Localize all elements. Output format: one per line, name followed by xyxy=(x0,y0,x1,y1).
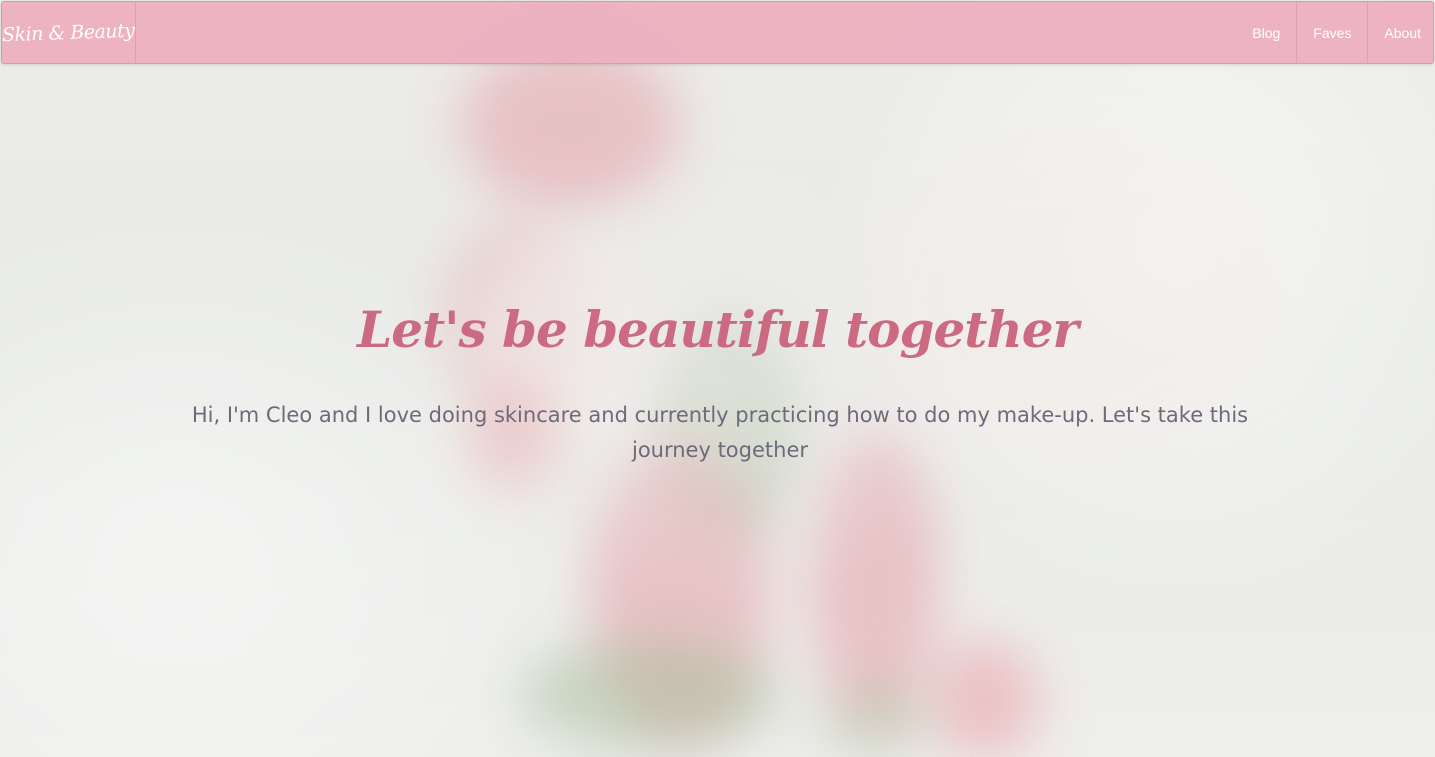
hero-background-image xyxy=(0,0,1435,757)
nav-link-about[interactable]: About xyxy=(1367,2,1433,64)
hero-intro-text: Hi, I'm Cleo and I love doing skincare a… xyxy=(191,403,1249,462)
page: Skin & Beauty Blog Faves About Let's be … xyxy=(0,0,1435,757)
hero-title: Let's be beautiful together xyxy=(357,300,1079,359)
nav-link-blog[interactable]: Blog xyxy=(1236,2,1296,64)
nav-links: Blog Faves About xyxy=(1236,2,1433,64)
brand-logo-link[interactable]: Skin & Beauty xyxy=(2,2,136,64)
nav-link-faves[interactable]: Faves xyxy=(1296,2,1367,64)
brand-logo-text: Skin & Beauty xyxy=(1,19,136,47)
navbar: Skin & Beauty Blog Faves About xyxy=(1,1,1434,64)
